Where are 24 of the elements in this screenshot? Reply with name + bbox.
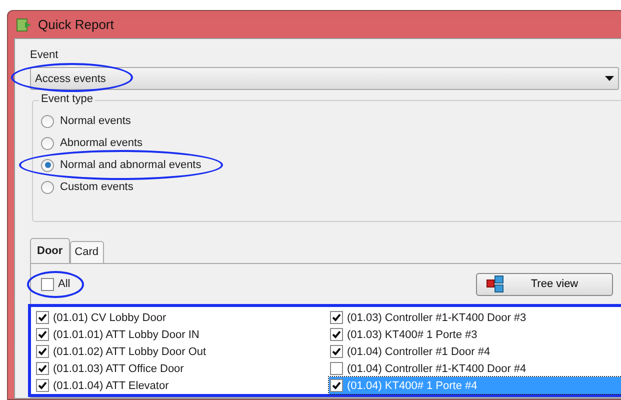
radio-option[interactable]: Abnormal events: [41, 135, 143, 151]
event-label: Event: [30, 49, 60, 61]
tab[interactable]: Door: [30, 238, 70, 264]
tree-view-button[interactable]: Tree view: [476, 272, 613, 296]
radio-option[interactable]: Normal events: [41, 113, 131, 129]
door-list-item[interactable]: (01.01.04) ATT Elevator: [35, 377, 329, 394]
tree-icon: [485, 275, 505, 293]
radio-option[interactable]: Custom events: [41, 179, 134, 195]
radio-option[interactable]: Normal and abnormal events: [41, 157, 202, 173]
app-icon: [16, 16, 32, 32]
door-list-item[interactable]: (01.03) KT400# 1 Porte #3: [329, 326, 621, 343]
all-checkbox[interactable]: All: [41, 278, 70, 290]
door-list-item[interactable]: (01.04) Controller #1 Door #4: [329, 343, 621, 360]
door-list-item[interactable]: (01.04) Controller #1-KT400 Door #4: [329, 360, 621, 377]
door-list-item[interactable]: (01.01) CV Lobby Door: [35, 309, 329, 326]
door-list-item[interactable]: (01.01.03) ATT Office Door: [35, 360, 329, 377]
group-title: Event type: [39, 93, 95, 105]
window-title: Quick Report: [38, 17, 114, 32]
door-list-item[interactable]: (01.01.02) ATT Lobby Door Out: [35, 343, 329, 360]
tab[interactable]: Card: [70, 241, 104, 264]
door-list-item[interactable]: (01.01.01) ATT Lobby Door IN: [35, 326, 329, 343]
dropdown-arrow-icon: [605, 76, 614, 81]
door-list-item[interactable]: (01.03) Controller #1-KT400 Door #3: [329, 309, 621, 326]
event-dropdown[interactable]: Access events: [30, 67, 619, 90]
